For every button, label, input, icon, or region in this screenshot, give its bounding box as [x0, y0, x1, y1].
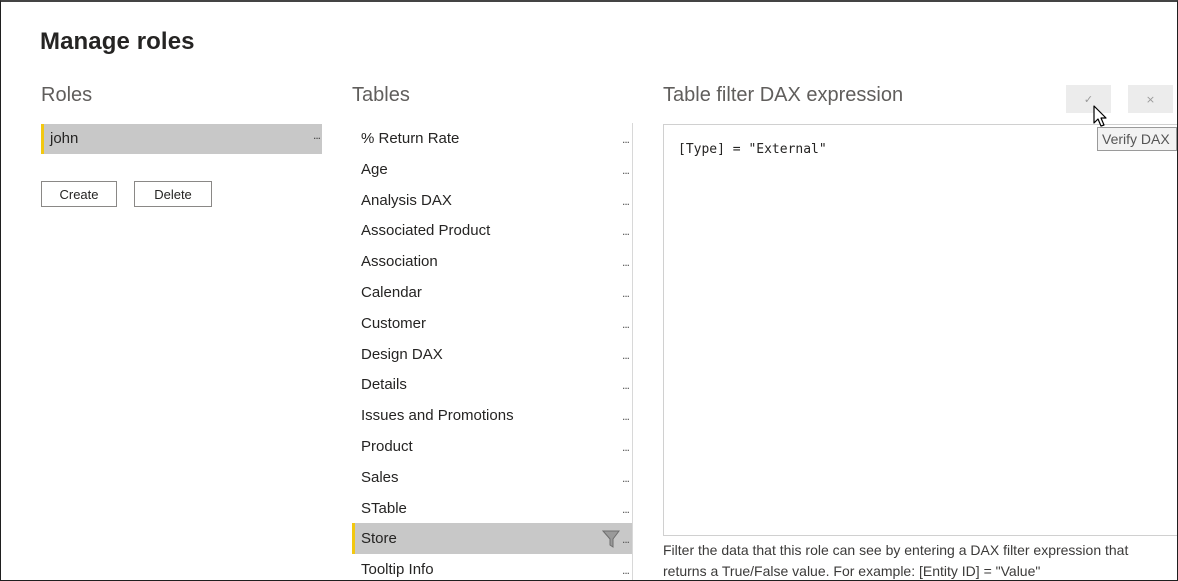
table-more-icon[interactable]: ...: [622, 224, 630, 238]
table-item-label: Association: [361, 253, 438, 271]
table-item[interactable]: Issues and Promotions...: [352, 400, 632, 431]
create-button[interactable]: Create: [41, 181, 117, 207]
table-item-label: Analysis DAX: [361, 191, 452, 209]
filter-icon: [602, 530, 620, 549]
role-item-john[interactable]: john ...: [41, 124, 322, 154]
table-more-icon[interactable]: ...: [622, 532, 630, 546]
close-icon: ×: [1145, 92, 1156, 106]
table-item-label: Calendar: [361, 283, 422, 301]
table-more-icon[interactable]: ...: [622, 194, 630, 208]
table-item-label: Tooltip Info: [361, 561, 434, 579]
table-item[interactable]: Store...: [352, 523, 632, 555]
table-more-icon[interactable]: ...: [622, 440, 630, 454]
dax-help-text: Filter the data that this role can see b…: [663, 542, 1129, 579]
tables-list: % Return Rate... Age... Analysis DAX... Ass…: [352, 123, 633, 580]
table-item[interactable]: Product...: [352, 431, 632, 462]
table-item-label: Product: [361, 437, 413, 455]
manage-roles-dialog: Manage roles Roles john ... Create Delet…: [0, 0, 1178, 581]
table-item-label: Associated Product: [361, 222, 491, 240]
table-item-label: Customer: [361, 314, 427, 332]
table-more-icon[interactable]: ...: [622, 563, 630, 577]
table-more-icon[interactable]: ...: [622, 471, 630, 485]
verify-dax-tooltip: Verify DAX: [1097, 127, 1177, 151]
table-item-label: % Return Rate: [361, 130, 460, 147]
table-more-icon[interactable]: ...: [622, 348, 630, 362]
table-item[interactable]: Customer...: [352, 308, 632, 339]
table-item[interactable]: Tooltip Info...: [352, 554, 632, 580]
table-item[interactable]: Age...: [352, 154, 632, 185]
tables-heading: Tables: [352, 84, 410, 106]
table-more-icon[interactable]: ...: [622, 317, 630, 331]
table-item[interactable]: Details...: [352, 369, 632, 400]
table-item[interactable]: Design DAX...: [352, 339, 632, 370]
table-item[interactable]: Associated Product...: [352, 215, 632, 246]
table-more-icon[interactable]: ...: [622, 378, 630, 392]
dax-editor[interactable]: [Type] = "External": [663, 124, 1177, 536]
mouse-cursor-icon: [1093, 105, 1107, 127]
check-icon: ✓: [1083, 92, 1094, 106]
dialog-title: Manage roles: [40, 28, 195, 55]
table-more-icon[interactable]: ...: [622, 163, 630, 177]
role-more-icon[interactable]: ...: [313, 128, 321, 142]
dax-expression[interactable]: [Type] = "External": [678, 142, 827, 157]
table-item[interactable]: % Return Rate...: [352, 123, 632, 154]
roles-heading: Roles: [41, 84, 93, 106]
table-item[interactable]: Association...: [352, 246, 632, 277]
table-item-label: Details: [361, 376, 407, 394]
table-more-icon[interactable]: ...: [622, 502, 630, 516]
dax-heading: Table filter DAX expression: [663, 84, 904, 106]
table-more-icon[interactable]: ...: [622, 286, 630, 300]
table-item-label: Store: [361, 530, 397, 548]
table-more-icon[interactable]: ...: [622, 409, 630, 423]
table-item[interactable]: Sales...: [352, 462, 632, 493]
role-name: john: [50, 130, 79, 147]
table-more-icon[interactable]: ...: [622, 255, 630, 269]
table-item-label: Age: [361, 160, 388, 178]
table-item-label: Issues and Promotions: [361, 407, 514, 425]
table-item[interactable]: Analysis DAX...: [352, 185, 632, 216]
delete-button[interactable]: Delete: [134, 181, 212, 207]
table-item-label: STable: [361, 499, 407, 517]
table-item[interactable]: Calendar...: [352, 277, 632, 308]
cancel-dax-button[interactable]: ×: [1128, 85, 1173, 113]
table-more-icon[interactable]: ...: [622, 132, 630, 146]
table-item[interactable]: STable...: [352, 493, 632, 524]
table-item-label: Design DAX: [361, 345, 443, 363]
table-item-label: Sales: [361, 468, 399, 486]
